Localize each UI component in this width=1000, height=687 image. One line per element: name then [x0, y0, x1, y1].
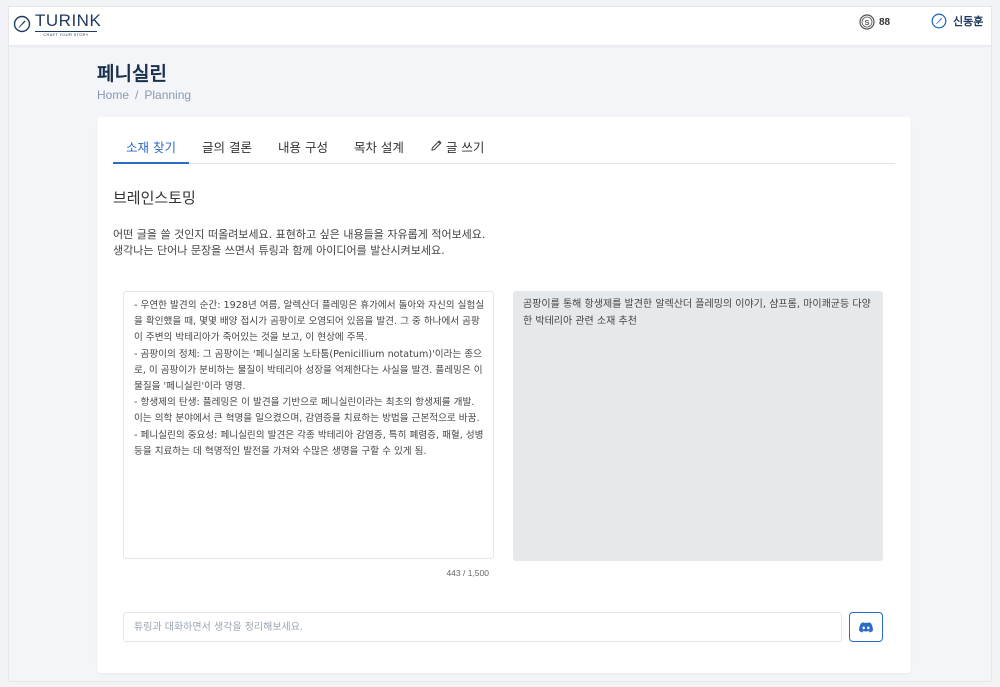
compass-pen-icon — [931, 13, 947, 29]
breadcrumb-separator: / — [135, 88, 139, 102]
char-counter: 443 / 1,500 — [446, 568, 489, 578]
app-frame: TURINK CRAFT YOUR STORY S 88 신동훈 페니실린 Ho… — [8, 6, 992, 682]
discord-icon — [859, 621, 873, 633]
coin-icon: S — [859, 14, 875, 30]
top-bar: TURINK CRAFT YOUR STORY S 88 신동훈 — [9, 7, 991, 45]
compass-pen-icon — [13, 15, 31, 33]
planning-tabs: 소재 찾기 글의 결론 내용 구성 목차 설계 글 쓰기 — [113, 133, 895, 164]
tab-conclusion[interactable]: 글의 결론 — [189, 133, 265, 164]
breadcrumb: Home / Planning — [97, 88, 191, 102]
tab-structure[interactable]: 내용 구성 — [265, 133, 341, 164]
section-title: 브레인스토밍 — [113, 189, 196, 207]
planning-card: 소재 찾기 글의 결론 내용 구성 목차 설계 글 쓰기 브레인스토밍 어떤 글… — [97, 117, 911, 673]
breadcrumb-current: Planning — [144, 88, 192, 102]
user-menu[interactable]: 신동훈 — [931, 12, 983, 30]
user-name: 신동훈 — [953, 15, 984, 28]
discord-send-button[interactable] — [849, 612, 883, 642]
section-description: 어떤 글을 쓸 것인지 떠올려보세요. 표현하고 싶은 내용들을 자유롭게 적어… — [113, 228, 486, 257]
tab-find-material[interactable]: 소재 찾기 — [113, 133, 189, 164]
logo-wordmark: TURINK — [35, 11, 102, 30]
page-title: 페니실린 — [97, 63, 167, 85]
tab-outline[interactable]: 목차 설계 — [341, 133, 417, 164]
credit-count: 88 — [879, 16, 891, 28]
svg-text:S: S — [864, 18, 869, 27]
tab-write[interactable]: 글 쓰기 — [417, 133, 497, 164]
breadcrumb-home[interactable]: Home — [97, 88, 129, 102]
logo[interactable]: TURINK CRAFT YOUR STORY — [13, 11, 101, 37]
suggestion-panel: 곰팡이를 통해 항생제를 발견한 알렉산더 플레밍의 이야기, 샴프롬, 마이쾌… — [513, 291, 883, 561]
credit-balance[interactable]: S 88 — [859, 13, 890, 31]
chat-input[interactable] — [123, 612, 842, 642]
logo-tagline: CRAFT YOUR STORY — [35, 31, 97, 37]
pencil-icon — [431, 140, 442, 151]
brainstorm-editor[interactable]: - 우연한 발견의 순간: 1928년 여름, 알렉산더 플레밍은 휴가에서 돌… — [123, 291, 494, 559]
